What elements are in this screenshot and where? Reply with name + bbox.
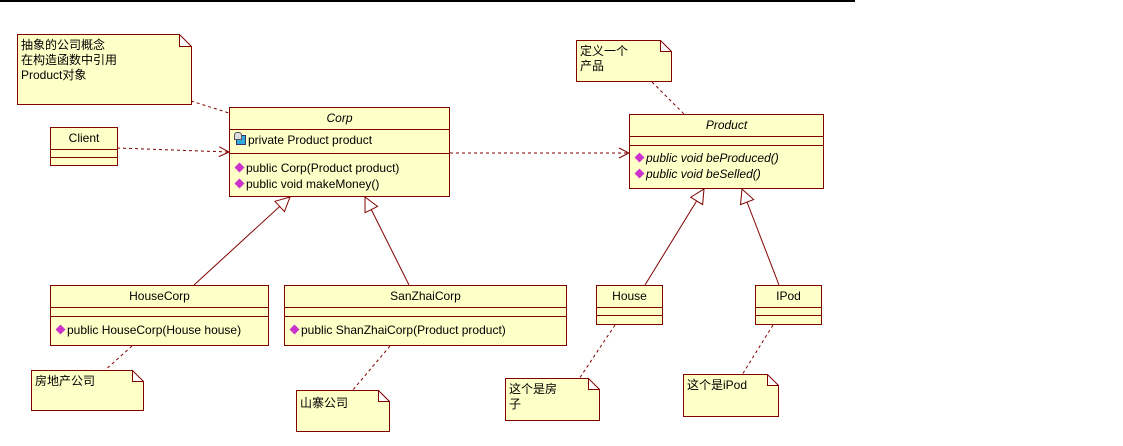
class-corp[interactable]: Corp private Product product public Corp… [229,107,450,197]
class-corp-operations: public Corp(Product product) public void… [230,154,449,192]
operation-row[interactable]: public HouseCorp(House house) [51,322,268,338]
note-corp: 抽象的公司概念 在构造函数中引用 Product对象 [17,34,192,105]
class-shanzhaicorp[interactable]: SanZhaiCorp public ShanZhaiCorp(Product … [284,285,567,346]
class-product-attributes [630,137,823,146]
class-client-attributes [51,150,117,158]
class-shanzhaicorp-attributes [285,308,566,317]
operation-row[interactable]: public void beProduced() [630,150,823,166]
class-house[interactable]: House [596,285,663,325]
generalization-ipod-product [742,189,780,286]
operation-icon [234,162,245,173]
operation-row[interactable]: public void beSelled() [630,166,823,182]
note-product: 定义一个 产品 [576,40,672,82]
class-corp-attributes: private Product product [230,130,449,154]
note-anchor-housecorp [102,345,133,373]
attribute-row[interactable]: private Product product [230,132,449,148]
note-anchor-house [578,324,616,380]
class-house-operations [597,316,662,324]
class-corp-name: Corp [230,108,449,130]
class-house-name: House [597,286,662,308]
class-client-operations [51,158,117,166]
note-anchor-corp [190,100,230,114]
operation-row[interactable]: public Corp(Product product) [230,160,449,176]
operation-icon [234,178,245,189]
class-ipod[interactable]: IPod [755,285,822,325]
class-housecorp-operations: public HouseCorp(House house) [51,317,268,338]
note-anchor-ipod [741,324,774,376]
note-anchor-shanzhaicorp [351,345,391,392]
class-product-operations: public void beProduced() public void beS… [630,146,823,182]
note-house-text: 这个是房 子 [509,382,558,411]
operation-icon [634,152,645,163]
class-ipod-attributes [756,308,821,316]
class-housecorp-name: HouseCorp [51,286,268,308]
note-corp-text: 抽象的公司概念 在构造函数中引用 Product对象 [21,38,118,82]
operation-icon [55,324,66,335]
note-anchor-product [651,81,685,115]
class-product[interactable]: Product public void beProduced() public … [629,114,824,189]
class-client-name: Client [51,128,117,150]
generalization-housecorp-corp [193,197,290,286]
dependency-client-corp [116,148,229,152]
operation-row[interactable]: public void makeMoney() [230,176,449,192]
note-housecorp: 房地产公司 [31,370,144,411]
operation-icon [289,324,300,335]
note-ipod-text: 这个是iPod [687,378,748,392]
class-ipod-operations [756,316,821,324]
generalization-house-product [644,189,704,286]
class-house-attributes [597,308,662,316]
operation-row[interactable]: public ShanZhaiCorp(Product product) [285,322,566,338]
class-shanzhaicorp-name: SanZhaiCorp [285,286,566,308]
note-ipod: 这个是iPod [683,374,779,417]
class-housecorp[interactable]: HouseCorp public HouseCorp(House house) [50,285,269,346]
private-attribute-icon [234,132,246,145]
note-product-text: 定义一个 产品 [580,44,629,73]
note-house: 这个是房 子 [505,378,600,421]
note-housecorp-text: 房地产公司 [35,374,96,388]
generalization-shanzhaicorp-corp [365,197,410,286]
class-product-name: Product [630,115,823,137]
class-housecorp-attributes [51,308,268,317]
note-shanzhaicorp: 山寨公司 [296,390,390,432]
class-ipod-name: IPod [756,286,821,308]
note-shanzhaicorp-text: 山寨公司 [300,396,349,410]
class-client[interactable]: Client [50,127,118,166]
class-shanzhaicorp-operations: public ShanZhaiCorp(Product product) [285,317,566,338]
operation-icon [634,168,645,179]
